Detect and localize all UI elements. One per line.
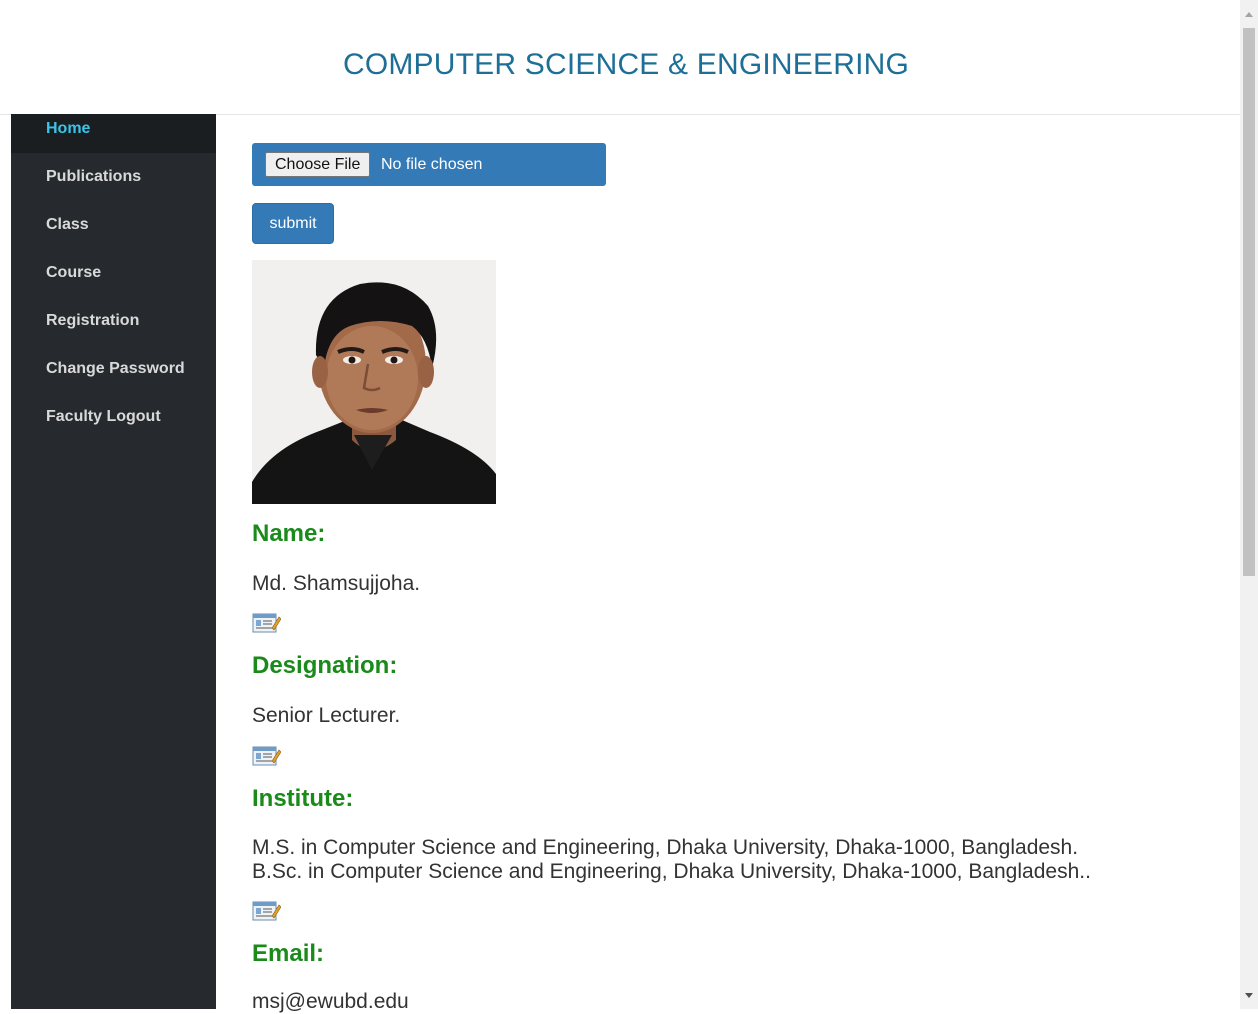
sidebar-item-class[interactable]: Class (11, 201, 216, 249)
name-label: Name: (252, 520, 326, 547)
edit-name-icon[interactable] (252, 611, 282, 636)
designation-label: Designation: (252, 652, 398, 679)
choose-file-button[interactable]: Choose File (265, 152, 371, 177)
sidebar: Home Publications Class Course Registrat… (11, 114, 216, 1009)
institute-line-1: M.S. in Computer Science and Engineering… (252, 836, 1079, 859)
institute-label: Institute: (252, 785, 354, 812)
sidebar-item-faculty-logout[interactable]: Faculty Logout (11, 393, 216, 441)
submit-button[interactable]: submit (252, 203, 334, 244)
sidebar-item-change-password[interactable]: Change Password (11, 345, 216, 393)
page-header: COMPUTER SCIENCE & ENGINEERING (0, 0, 1240, 115)
file-upload-field[interactable]: Choose File No file chosen (252, 143, 606, 186)
edit-institute-icon[interactable] (252, 899, 282, 924)
email-label: Email: (252, 940, 325, 967)
name-value: Md. Shamsujjoha. (252, 572, 421, 595)
page-title: COMPUTER SCIENCE & ENGINEERING (342, 48, 910, 81)
designation-value: Senior Lecturer. (252, 704, 401, 727)
file-status-text: No file chosen (381, 156, 483, 173)
profile-photo (252, 260, 496, 504)
sidebar-item-publications[interactable]: Publications (11, 153, 216, 201)
scroll-up-arrow-icon[interactable] (1245, 12, 1253, 17)
sidebar-item-home[interactable]: Home (11, 114, 216, 153)
scroll-down-arrow-icon[interactable] (1245, 993, 1253, 998)
profile-photo-image (252, 260, 496, 504)
sidebar-item-registration[interactable]: Registration (11, 297, 216, 345)
email-value: msj@ewubd.edu (252, 990, 409, 1013)
scrollbar-thumb[interactable] (1243, 28, 1255, 576)
institute-line-2: B.Sc. in Computer Science and Engineerin… (252, 860, 1091, 883)
edit-designation-icon[interactable] (252, 744, 282, 769)
sidebar-item-course[interactable]: Course (11, 249, 216, 297)
vertical-scrollbar[interactable] (1240, 0, 1258, 1009)
